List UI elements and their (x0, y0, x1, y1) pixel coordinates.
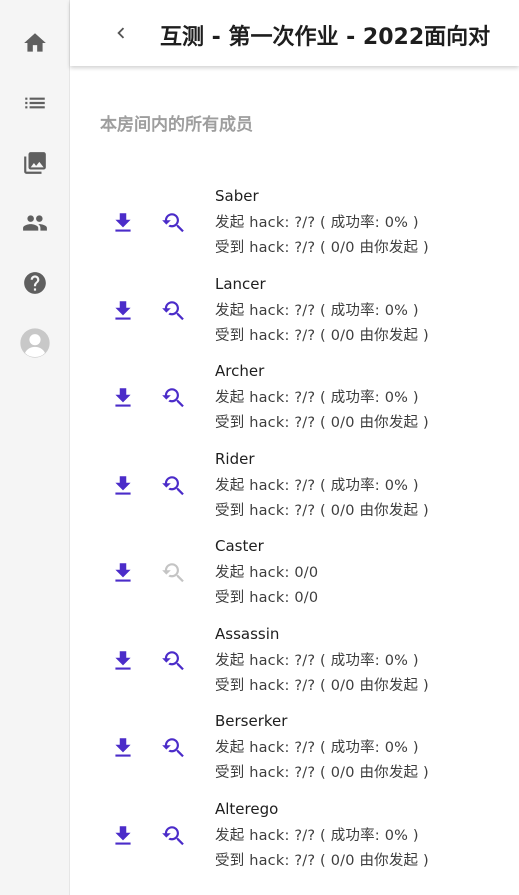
hack-in-stat: 受到 hack: ?/? ( 0/0 由你发起 ) (215, 327, 429, 344)
download-icon (115, 213, 131, 232)
page-title: 互测 - 第一次作业 - 2022面向对 (160, 25, 491, 50)
gallery-icon (24, 152, 46, 174)
download-icon (115, 825, 131, 845)
hack-button[interactable] (159, 384, 187, 412)
member-name: Archer (215, 362, 265, 380)
download-button[interactable] (109, 822, 137, 850)
hack-in-stat: 受到 hack: ?/? ( 0/0 由你发起 ) (215, 502, 429, 519)
hack-button (159, 559, 187, 587)
avatar-icon (20, 328, 50, 358)
download-button[interactable] (109, 384, 137, 412)
refresh-search-icon (162, 475, 184, 495)
download-button[interactable] (109, 734, 137, 762)
member-row: Saber 发起 hack: ?/? ( 成功率: 0% ) 受到 hack: … (70, 187, 519, 277)
download-button[interactable] (109, 209, 137, 237)
refresh-search-icon (162, 300, 184, 320)
member-name: Lancer (215, 274, 266, 293)
download-button[interactable] (109, 647, 137, 675)
member-row: Berserker 发起 hack: ?/? ( 成功率: 0% ) 受到 ha… (70, 712, 519, 802)
hack-in-stat: 受到 hack: ?/? ( 0/0 由你发起 ) (215, 765, 429, 781)
people-icon (23, 215, 47, 231)
hack-out-stat: 发起 hack: ?/? ( 成功率: 0% ) (215, 302, 419, 319)
hack-out-stat: 发起 hack: ?/? ( 成功率: 0% ) (215, 652, 419, 669)
hack-in-stat: 受到 hack: ?/? ( 0/0 由你发起 ) (215, 415, 429, 431)
refresh-search-icon (162, 563, 184, 583)
member-row: Lancer 发起 hack: ?/? ( 成功率: 0% ) 受到 hack:… (70, 275, 519, 365)
help-icon (24, 272, 46, 294)
member-name: Assassin (215, 624, 280, 643)
nav-help-button[interactable] (17, 265, 53, 301)
hack-in-stat: 受到 hack: ?/? ( 0/0 由你发起 ) (215, 852, 429, 869)
member-row: Archer 发起 hack: ?/? ( 成功率: 0% ) 受到 hack:… (70, 362, 519, 452)
member-row: Alterego 发起 hack: ?/? ( 成功率: 0% ) 受到 hac… (70, 800, 519, 890)
member-row: Rider 发起 hack: ?/? ( 成功率: 0% ) 受到 hack: … (70, 450, 519, 540)
hack-button[interactable] (159, 472, 187, 500)
hack-button[interactable] (159, 647, 187, 675)
nav-home-button[interactable] (17, 25, 53, 61)
download-icon (115, 650, 131, 670)
member-name: Berserker (215, 712, 288, 730)
member-name: Rider (215, 449, 255, 468)
hack-out-stat: 发起 hack: 0/0 (215, 565, 319, 581)
download-icon (115, 388, 131, 407)
refresh-search-icon (162, 650, 184, 670)
nav-avatar-button[interactable] (17, 325, 53, 361)
hack-button[interactable] (159, 209, 187, 237)
download-button[interactable] (109, 472, 137, 500)
nav-gallery-button[interactable] (17, 145, 53, 181)
download-icon (115, 475, 131, 495)
hack-button[interactable] (159, 297, 187, 325)
hack-out-stat: 发起 hack: ?/? ( 成功率: 0% ) (215, 477, 419, 494)
download-icon (115, 738, 131, 757)
back-button[interactable] (108, 20, 134, 46)
hack-out-stat: 发起 hack: ?/? ( 成功率: 0% ) (215, 390, 419, 406)
hack-out-stat: 发起 hack: ?/? ( 成功率: 0% ) (215, 827, 419, 844)
member-row: Caster 发起 hack: 0/0 受到 hack: 0/0 (70, 537, 519, 627)
hack-button[interactable] (159, 822, 187, 850)
hack-in-stat: 受到 hack: ?/? ( 0/0 由你发起 ) (215, 240, 429, 256)
download-button[interactable] (109, 297, 137, 325)
hack-out-stat: 发起 hack: ?/? ( 成功率: 0% ) (215, 215, 419, 231)
nav-list-button[interactable] (17, 85, 53, 121)
member-name: Saber (215, 187, 259, 205)
download-icon (115, 563, 131, 582)
hack-in-stat: 受到 hack: 0/0 (215, 590, 319, 606)
chevron-left-icon (117, 27, 125, 39)
home-icon (24, 33, 46, 52)
download-button[interactable] (109, 559, 137, 587)
download-icon (115, 300, 131, 320)
member-name: Caster (215, 537, 264, 555)
top-app-bar: 互测 - 第一次作业 - 2022面向对 (70, 0, 519, 66)
hack-button[interactable] (159, 734, 187, 762)
section-title: 本房间内的所有成员 (100, 115, 253, 135)
refresh-search-icon (162, 738, 184, 758)
refresh-search-icon (162, 825, 184, 845)
refresh-search-icon (162, 213, 184, 233)
refresh-search-icon (162, 388, 184, 408)
member-name: Alterego (215, 799, 279, 818)
nav-rail (0, 0, 70, 895)
hack-in-stat: 受到 hack: ?/? ( 0/0 由你发起 ) (215, 677, 429, 694)
hack-out-stat: 发起 hack: ?/? ( 成功率: 0% ) (215, 740, 419, 756)
member-row: Assassin 发起 hack: ?/? ( 成功率: 0% ) 受到 hac… (70, 625, 519, 715)
nav-people-button[interactable] (17, 205, 53, 241)
list-icon (25, 97, 45, 109)
